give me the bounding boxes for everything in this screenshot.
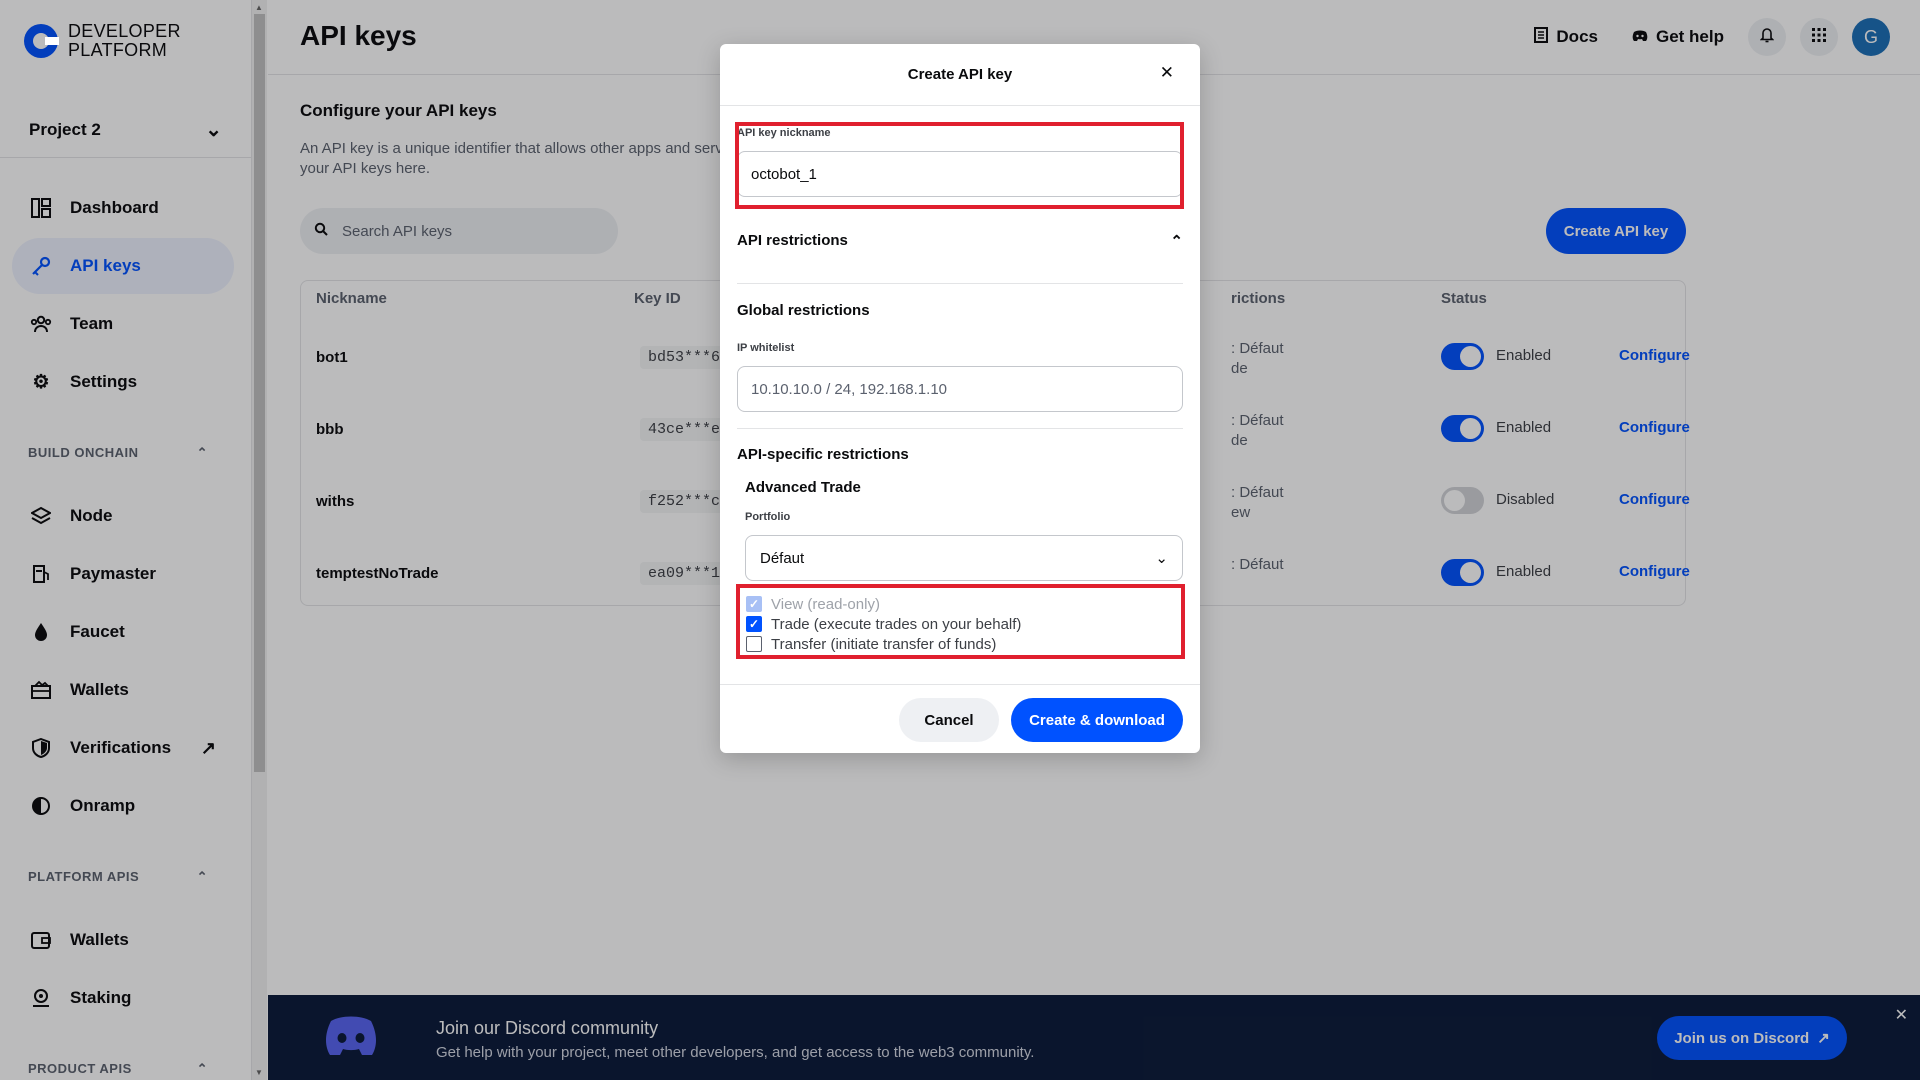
global-restrictions-title: Global restrictions bbox=[737, 302, 870, 319]
divider bbox=[720, 684, 1200, 685]
chevron-down-icon: ⌄ bbox=[1155, 550, 1168, 567]
highlight-box bbox=[736, 584, 1185, 659]
divider bbox=[737, 283, 1183, 284]
ip-whitelist-label: IP whitelist bbox=[737, 342, 795, 354]
ip-whitelist-input[interactable]: 10.10.10.0 / 24, 192.168.1.10 bbox=[737, 366, 1183, 412]
portfolio-value: Défaut bbox=[760, 549, 805, 567]
modal-header: Create API key ✕ bbox=[720, 44, 1200, 106]
portfolio-select[interactable]: Défaut ⌄ bbox=[745, 535, 1183, 581]
close-icon[interactable]: ✕ bbox=[1160, 63, 1174, 83]
chevron-up-icon: ⌃ bbox=[1170, 233, 1183, 250]
divider bbox=[737, 428, 1183, 429]
portfolio-label: Portfolio bbox=[745, 511, 791, 523]
api-restrictions-title: API restrictions bbox=[737, 232, 848, 249]
modal-title: Create API key bbox=[907, 66, 1013, 83]
api-restrictions-toggle[interactable]: API restrictions ⌃ bbox=[737, 232, 1183, 250]
cancel-button[interactable]: Cancel bbox=[899, 698, 999, 742]
create-download-button[interactable]: Create & download bbox=[1011, 698, 1183, 742]
advanced-trade-title: Advanced Trade bbox=[745, 479, 861, 496]
api-specific-restrictions-title: API-specific restrictions bbox=[737, 446, 909, 463]
create-api-key-modal: Create API key ✕ API key nickname octobo… bbox=[720, 44, 1200, 753]
highlight-box bbox=[735, 122, 1184, 209]
